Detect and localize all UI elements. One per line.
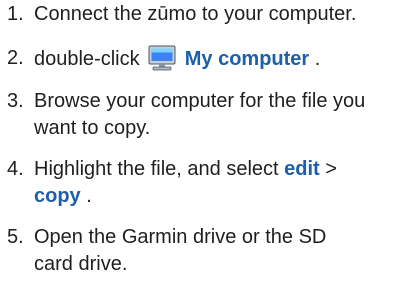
step-text-after: . xyxy=(314,48,321,70)
step-number: 3. xyxy=(7,90,24,112)
step-text: Connect the zūmo to your computer. xyxy=(34,3,357,25)
copy-command-label: copy xyxy=(34,185,81,207)
step-text: Highlight the file, and select edit > co… xyxy=(34,156,412,210)
edit-menu-label: edit xyxy=(284,158,320,180)
menu-separator: > xyxy=(325,158,337,180)
step-text-line-1: Open the Garmin drive or the SD xyxy=(34,226,327,248)
step-text: Browse your computer for the file you wa… xyxy=(34,88,412,142)
step-number: 4. xyxy=(7,158,24,180)
step-text: Open the Garmin drive or the SD card dri… xyxy=(34,224,412,278)
my-computer-icon xyxy=(148,45,176,71)
step-text-line-2: card drive. xyxy=(34,253,128,275)
step-text-before: Highlight the file, and select xyxy=(34,158,279,180)
my-computer-label: My computer xyxy=(184,48,310,70)
step-text-line-2: want to copy. xyxy=(34,117,151,139)
step-text-line-1: Browse your computer for the file you xyxy=(34,90,366,112)
instruction-list: 1. Connect the zūmo to your computer. 2.… xyxy=(0,0,417,284)
step-text: double-click My computer . xyxy=(34,45,412,73)
step-text-before: double-click xyxy=(34,48,140,70)
step-number: 2. xyxy=(7,47,24,69)
step-number: 1. xyxy=(7,3,24,25)
step-text-after: . xyxy=(86,185,92,207)
step-number: 5. xyxy=(7,226,24,248)
